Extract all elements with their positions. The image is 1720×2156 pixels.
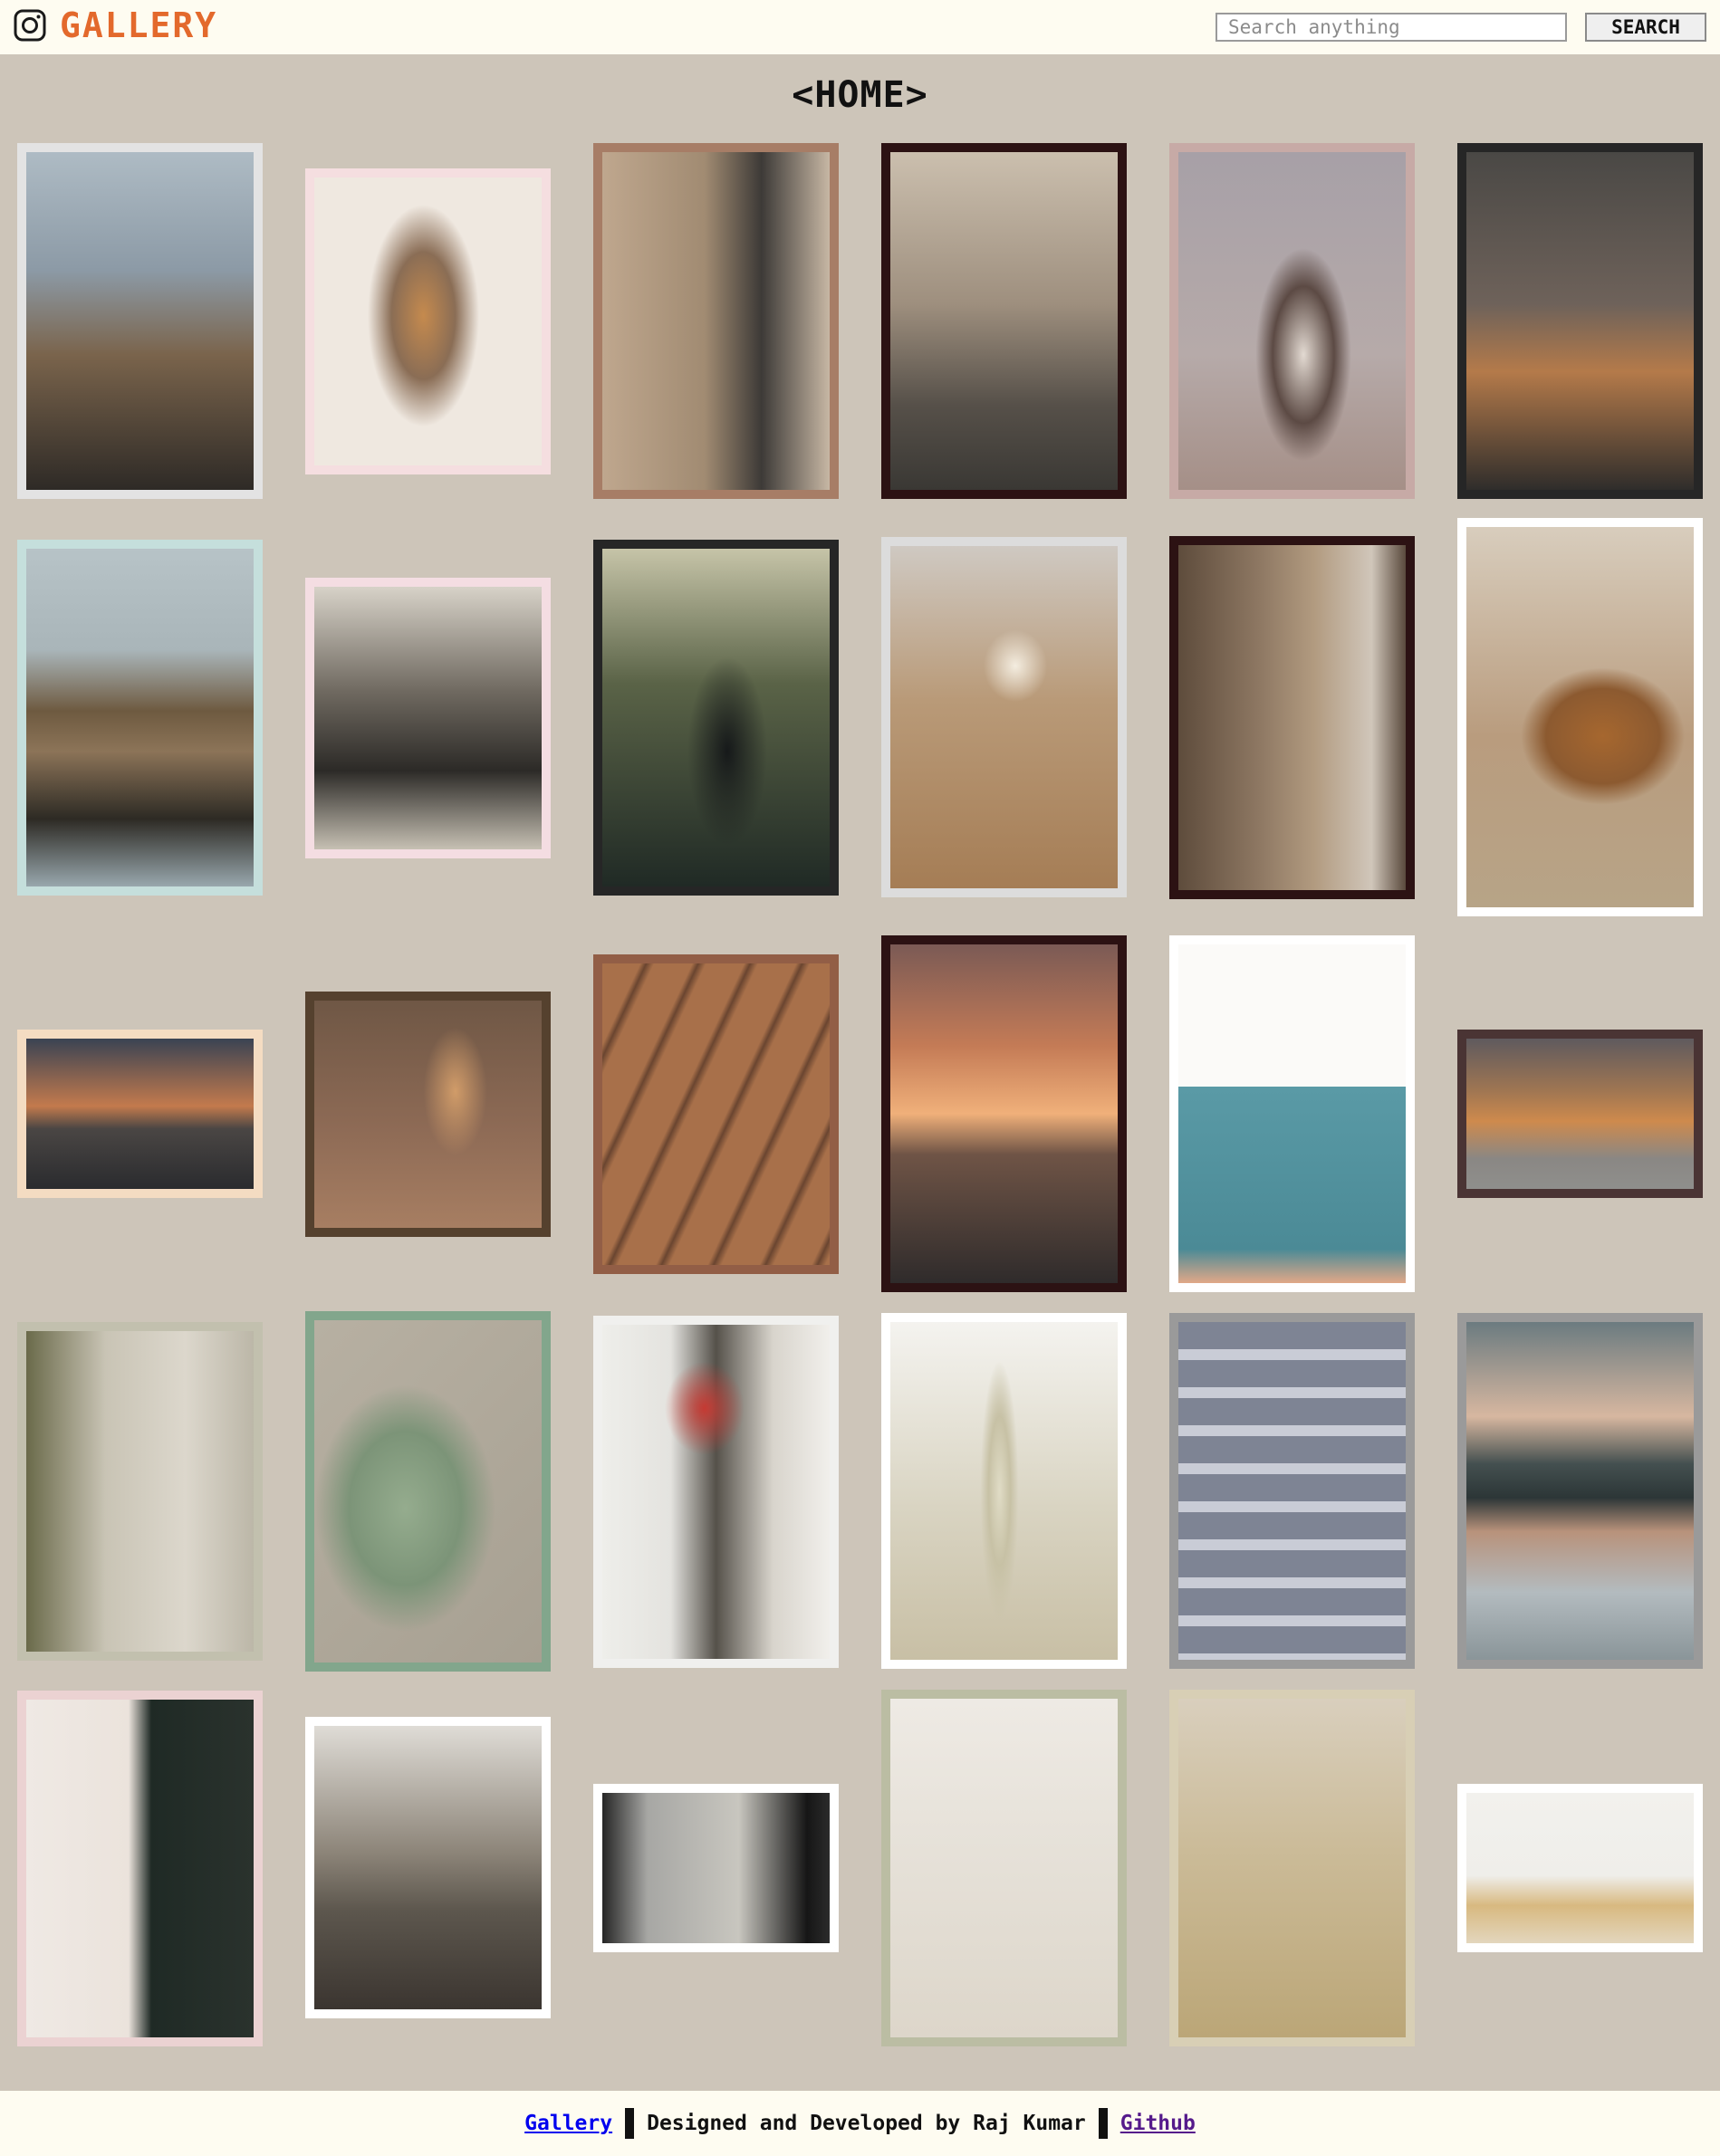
instagram-icon[interactable] [13, 8, 47, 43]
gallery-photo [1466, 1322, 1694, 1660]
top-bar: GALLERY SEARCH [0, 0, 1720, 54]
gallery-item[interactable] [881, 935, 1127, 1292]
gallery-photo [1178, 152, 1406, 490]
gallery-photo [1466, 1793, 1694, 1943]
gallery-item[interactable] [1457, 518, 1703, 916]
footer-separator [625, 2108, 635, 2139]
gallery-photo [890, 1699, 1118, 2037]
gallery-item[interactable] [593, 954, 839, 1274]
gallery-item[interactable] [593, 540, 839, 896]
gallery-photo [602, 1325, 830, 1659]
gallery-item[interactable] [593, 143, 839, 499]
gallery-photo [314, 587, 542, 849]
gallery-photo [890, 944, 1118, 1283]
footer-separator [1098, 2108, 1108, 2139]
brand-title[interactable]: GALLERY [60, 5, 217, 45]
gallery-photo [1466, 527, 1694, 907]
gallery-photo [1466, 1039, 1694, 1189]
gallery-photo [314, 1320, 542, 1663]
gallery-photo [314, 177, 542, 465]
gallery-photo [890, 152, 1118, 490]
gallery-item[interactable] [305, 1311, 551, 1672]
footer-github-link[interactable]: Github [1120, 2112, 1196, 2135]
gallery-item[interactable] [1169, 935, 1415, 1292]
gallery-item[interactable] [1457, 1313, 1703, 1669]
gallery-photo [26, 1331, 254, 1652]
gallery-photo [314, 1001, 542, 1228]
gallery-photo [1178, 944, 1406, 1283]
gallery-photo [1178, 545, 1406, 890]
gallery-photo [314, 1726, 542, 2009]
footer: Gallery Designed and Developed by Raj Ku… [0, 2091, 1720, 2156]
gallery-item[interactable] [593, 1784, 839, 1952]
gallery-item[interactable] [1457, 143, 1703, 499]
footer-credit: Designed and Developed by Raj Kumar [647, 2112, 1086, 2135]
gallery-item[interactable] [1457, 1784, 1703, 1952]
gallery-photo [890, 546, 1118, 888]
gallery-photo [1466, 152, 1694, 490]
gallery-photo [26, 1039, 254, 1189]
gallery-item[interactable] [305, 168, 551, 474]
search-button[interactable]: SEARCH [1585, 13, 1706, 42]
gallery-item[interactable] [1169, 143, 1415, 499]
gallery-item[interactable] [881, 1313, 1127, 1669]
gallery-item[interactable] [305, 1717, 551, 2018]
gallery-item[interactable] [1169, 536, 1415, 899]
gallery-item[interactable] [305, 992, 551, 1237]
page-title: <HOME> [792, 74, 928, 116]
gallery-photo [602, 963, 830, 1265]
gallery-item[interactable] [881, 537, 1127, 897]
gallery-item[interactable] [1169, 1690, 1415, 2046]
footer-gallery-link[interactable]: Gallery [524, 2112, 612, 2135]
gallery-item[interactable] [593, 1316, 839, 1668]
gallery-item[interactable] [881, 143, 1127, 499]
gallery-item[interactable] [1169, 1313, 1415, 1669]
gallery-photo [1178, 1322, 1406, 1660]
gallery-photo [602, 549, 830, 886]
gallery-photo [26, 1700, 254, 2037]
gallery-item[interactable] [17, 1030, 263, 1198]
footer-row: Gallery Designed and Developed by Raj Ku… [0, 2091, 1720, 2156]
gallery-photo [602, 1793, 830, 1943]
search-input[interactable] [1216, 13, 1567, 42]
gallery-photo [26, 549, 254, 886]
gallery-photo [602, 152, 830, 490]
gallery-item[interactable] [17, 1322, 263, 1661]
gallery-photo [890, 1322, 1118, 1660]
gallery-item[interactable] [1457, 1030, 1703, 1198]
gallery-item[interactable] [17, 143, 263, 499]
gallery-item[interactable] [881, 1690, 1127, 2046]
gallery-item[interactable] [17, 1691, 263, 2046]
gallery-item[interactable] [17, 540, 263, 896]
gallery-photo [1178, 1699, 1406, 2037]
gallery-item[interactable] [305, 578, 551, 858]
gallery-photo [26, 152, 254, 490]
